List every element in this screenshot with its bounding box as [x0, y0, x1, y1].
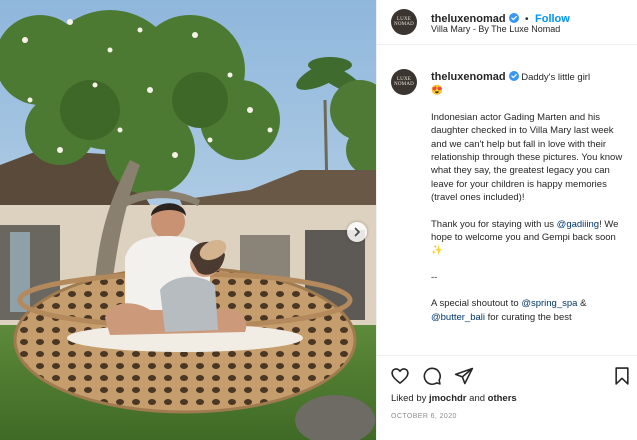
shoutout-text-2: for curating the best	[485, 311, 572, 323]
caption-paragraph-shoutout: A special shoutout to @spring_spa & @but…	[431, 297, 626, 324]
location-link[interactable]: Villa Mary - By The Luxe Nomad	[431, 24, 560, 34]
sparkle-emoji: ✨	[431, 245, 443, 257]
caption-paragraph-thanks: Thank you for staying with us @gadiiing!…	[431, 218, 626, 258]
thanks-text: Thank you for staying with us	[431, 218, 557, 230]
post-header: LUXE NOMAD theluxenomad • Follow Villa M…	[377, 0, 637, 45]
caption-avatar[interactable]: LUXE NOMAD	[391, 69, 417, 95]
caption-avatar-logo-text: LUXE NOMAD	[394, 77, 414, 87]
caption-divider: --	[431, 271, 438, 283]
photo-illustration	[0, 0, 376, 440]
likes-prefix: Liked by	[391, 393, 430, 404]
mention-link[interactable]: @spring_spa	[521, 298, 577, 309]
chevron-right-icon	[354, 227, 360, 237]
post-details-panel: LUXE NOMAD theluxenomad • Follow Villa M…	[376, 0, 637, 440]
heart-eyes-emoji: 😍	[431, 85, 443, 97]
shoutout-text: A special shoutout to	[431, 298, 522, 310]
caption-headline: Daddy's little girl	[521, 72, 591, 83]
caption-first-line: theluxenomad Daddy's little girl	[431, 71, 626, 84]
mention-link[interactable]: @butter_bali	[431, 312, 485, 323]
shoutout-amp: &	[577, 298, 587, 310]
likes-user-link[interactable]: jmochdr	[429, 393, 466, 404]
caption: theluxenomad Daddy's little girl 😍 Indon…	[431, 71, 626, 324]
verified-icon	[508, 71, 519, 81]
verified-icon	[508, 13, 519, 23]
post-photo[interactable]	[0, 0, 376, 440]
instagram-post: LUXE NOMAD theluxenomad • Follow Villa M…	[0, 0, 637, 440]
heart-icon[interactable]	[390, 366, 410, 386]
likes-others-link[interactable]: others	[488, 393, 517, 404]
next-image-button[interactable]	[347, 222, 367, 242]
caption-username[interactable]: theluxenomad	[431, 71, 506, 83]
post-date[interactable]: OCTOBER 6, 2020	[391, 413, 457, 420]
mention-link[interactable]: @gadiiing	[557, 219, 599, 230]
comment-icon[interactable]	[422, 366, 442, 386]
action-bar: Liked by jmochdr and others OCTOBER 6, 2…	[377, 355, 637, 440]
likes-summary: Liked by jmochdr and others	[391, 393, 517, 404]
avatar-logo-text: LUXE NOMAD	[394, 17, 414, 27]
bookmark-icon[interactable]	[613, 366, 631, 386]
share-icon[interactable]	[454, 366, 474, 386]
avatar[interactable]: LUXE NOMAD	[391, 9, 417, 35]
likes-middle: and	[466, 393, 488, 404]
caption-paragraph: Indonesian actor Gading Marten and his d…	[431, 111, 623, 204]
